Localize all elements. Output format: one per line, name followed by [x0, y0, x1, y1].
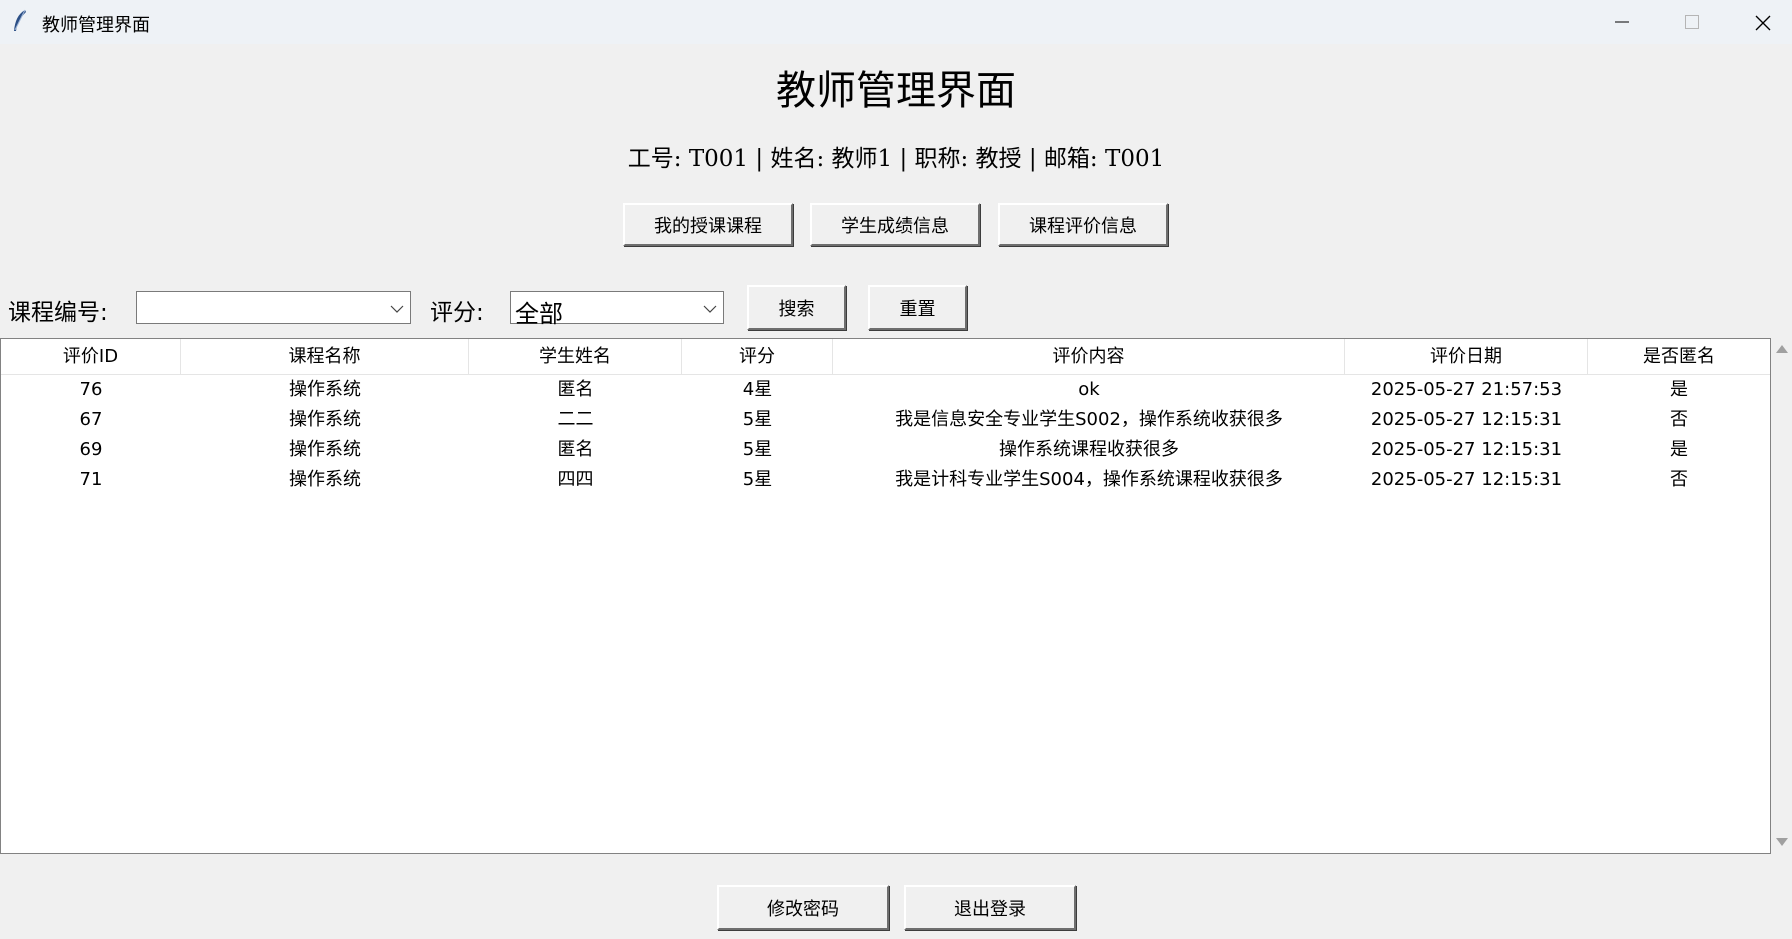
cell-content: 我是计科专业学生S004，操作系统课程收获很多 — [895, 469, 1283, 490]
cell-content: 操作系统课程收获很多 — [999, 439, 1179, 460]
cell-student-name: 四四 — [557, 469, 594, 490]
course-id-label: 课程编号: — [8, 300, 108, 326]
title-bar: 教师管理界面 — [0, 0, 1792, 44]
cell-date: 2025-05-27 12:15:31 — [1370, 409, 1563, 430]
cell-student-name: 匿名 — [557, 439, 594, 460]
page-title: 教师管理界面 — [776, 68, 1016, 114]
cell-content: 我是信息安全专业学生S002，操作系统收获很多 — [895, 409, 1283, 430]
cell-course-name: 操作系统 — [289, 439, 361, 460]
teacher-info: 工号: T001 | 姓名: 教师1 | 职称: 教授 | 邮箱: T001 — [627, 146, 1165, 172]
cell-rating: 5星 — [742, 469, 773, 490]
course-reviews-button[interactable]: 课程评价信息 — [998, 203, 1168, 246]
column-header-course-name[interactable]: 课程名称 — [181, 339, 469, 374]
cell-content: ok — [1078, 379, 1100, 400]
table-row[interactable]: 76 操作系统 匿名 4星 ok 2025-05-27 21:57:53 是 — [1, 375, 1770, 405]
cell-rating: 5星 — [742, 439, 773, 460]
cell-date: 2025-05-27 12:15:31 — [1370, 469, 1563, 490]
minimize-button[interactable] — [1587, 0, 1657, 44]
feather-icon — [14, 9, 26, 31]
cell-date: 2025-05-27 12:15:31 — [1370, 439, 1563, 460]
cell-student-name: 匿名 — [557, 379, 594, 400]
column-header-student-name[interactable]: 学生姓名 — [469, 339, 682, 374]
cell-anonymous: 是 — [1670, 439, 1688, 460]
search-button[interactable]: 搜索 — [747, 285, 846, 330]
table-row[interactable]: 69 操作系统 匿名 5星 操作系统课程收获很多 2025-05-27 12:1… — [1, 435, 1770, 465]
scroll-up-arrow-icon[interactable] — [1775, 344, 1789, 354]
rating-label: 评分: — [430, 300, 484, 326]
student-grades-button[interactable]: 学生成绩信息 — [810, 203, 980, 246]
maximize-icon — [1685, 15, 1699, 29]
table-scrollbar[interactable] — [1772, 338, 1792, 854]
cell-anonymous: 否 — [1670, 409, 1688, 430]
minimize-icon — [1615, 21, 1629, 23]
rating-value: 全部 — [515, 300, 563, 328]
table-row[interactable]: 67 操作系统 二二 5星 我是信息安全专业学生S002，操作系统收获很多 20… — [1, 405, 1770, 435]
cell-course-name: 操作系统 — [289, 409, 361, 430]
course-id-combobox[interactable] — [136, 291, 411, 324]
cell-course-name: 操作系统 — [289, 379, 361, 400]
cell-review-id: 69 — [79, 439, 103, 460]
table-header: 评价ID 课程名称 学生姓名 评分 评价内容 评价日期 是否匿名 — [1, 339, 1770, 375]
cell-rating: 4星 — [742, 379, 773, 400]
change-password-button[interactable]: 修改密码 — [717, 885, 889, 930]
chevron-down-icon — [390, 305, 404, 313]
column-header-rating[interactable]: 评分 — [682, 339, 833, 374]
column-header-content[interactable]: 评价内容 — [833, 339, 1345, 374]
logout-button[interactable]: 退出登录 — [904, 885, 1076, 930]
close-icon — [1755, 15, 1771, 31]
reset-button[interactable]: 重置 — [868, 285, 967, 330]
column-header-review-id[interactable]: 评价ID — [1, 339, 181, 374]
cell-review-id: 71 — [79, 469, 103, 490]
cell-anonymous: 否 — [1670, 469, 1688, 490]
chevron-down-icon — [703, 305, 717, 313]
cell-review-id: 76 — [79, 379, 103, 400]
scroll-down-arrow-icon[interactable] — [1775, 837, 1789, 847]
cell-student-name: 二二 — [557, 409, 594, 430]
reviews-table[interactable]: 评价ID 课程名称 学生姓名 评分 评价内容 评价日期 是否匿名 76 操作系统… — [0, 338, 1771, 854]
column-header-anonymous[interactable]: 是否匿名 — [1588, 339, 1770, 374]
cell-anonymous: 是 — [1670, 379, 1688, 400]
rating-combobox[interactable]: 全部 — [510, 291, 724, 328]
teacher-management-window: 教师管理界面 教师管理界面 工号: T001 | 姓名: 教师1 | 职称: 教… — [0, 0, 1792, 939]
cell-date: 2025-05-27 21:57:53 — [1370, 379, 1563, 400]
cell-rating: 5星 — [742, 409, 773, 430]
maximize-button[interactable] — [1657, 0, 1727, 44]
window-title: 教师管理界面 — [42, 15, 150, 36]
close-button[interactable] — [1727, 0, 1792, 44]
cell-course-name: 操作系统 — [289, 469, 361, 490]
cell-review-id: 67 — [79, 409, 103, 430]
my-courses-button[interactable]: 我的授课课程 — [623, 203, 793, 246]
table-row[interactable]: 71 操作系统 四四 5星 我是计科专业学生S004，操作系统课程收获很多 20… — [1, 465, 1770, 495]
column-header-date[interactable]: 评价日期 — [1345, 339, 1588, 374]
